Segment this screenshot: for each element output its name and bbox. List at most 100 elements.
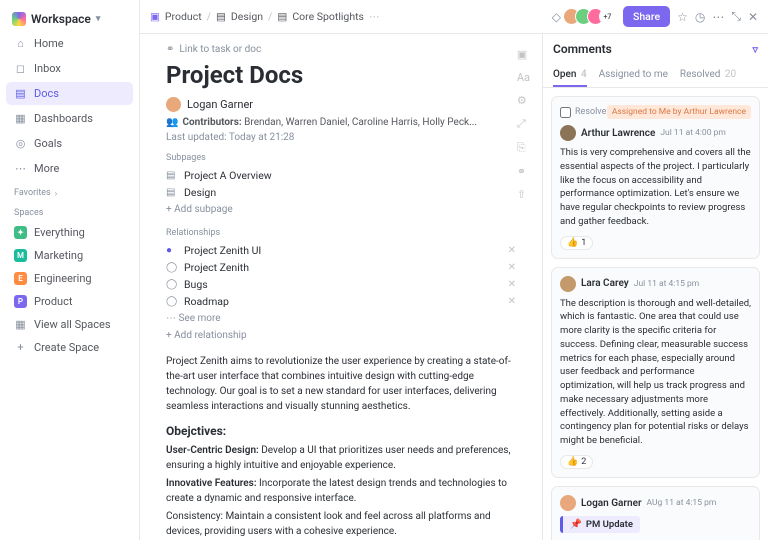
workspace-switcher[interactable]: Workspace ▾: [6, 8, 133, 30]
reaction[interactable]: 👍 2: [560, 455, 593, 469]
clock-icon[interactable]: ◷: [695, 10, 705, 24]
tag-icon[interactable]: ◇: [552, 10, 561, 24]
topbar: ▣ Product / ▤ Design / ▤ Core Spotlights…: [140, 0, 768, 34]
doc-title[interactable]: Project Docs: [166, 61, 516, 89]
avatar: [560, 276, 576, 292]
marketing-icon: M: [14, 249, 27, 262]
presence-avatars[interactable]: +7: [568, 8, 616, 25]
close-icon[interactable]: ✕: [748, 10, 758, 24]
space-marketing[interactable]: MMarketing: [6, 245, 133, 266]
relationship-item[interactable]: ●Project Zenith UI: [166, 244, 261, 257]
objectives-heading[interactable]: Obejctives:: [166, 424, 516, 438]
relationship-item[interactable]: ◯Bugs: [166, 278, 208, 291]
chevron-down-icon: ▾: [96, 14, 101, 24]
nav-goals[interactable]: ◎Goals: [6, 132, 133, 155]
comment-card: Resolve Assigned to Me by Arthur Lawrenc…: [551, 96, 760, 259]
more-icon[interactable]: ⋯: [712, 10, 724, 24]
intro-paragraph[interactable]: Project Zenith aims to revolutionize the…: [166, 354, 516, 414]
comment-author[interactable]: Arthur Lawrence: [581, 128, 655, 139]
nav-home[interactable]: ⌂Home: [6, 32, 133, 55]
github-icon: ◯: [166, 262, 178, 273]
crumb-design[interactable]: Design: [231, 10, 263, 23]
star-icon[interactable]: ☆: [677, 10, 688, 24]
pm-update-badge: 📌 PM Update: [560, 516, 640, 533]
objective-item[interactable]: Innovative Features: Incorporate the lat…: [166, 476, 516, 506]
more-icon: ⋯: [14, 162, 27, 175]
tab-resolved[interactable]: Resolved 20: [680, 64, 736, 87]
crumb-product[interactable]: Product: [165, 10, 202, 23]
collapse-icon[interactable]: ⤡: [731, 9, 741, 24]
doc-tools: ▣ Aa ⚙ ⤢ ⎘ ⚭ ⇧: [517, 48, 530, 201]
objective-item[interactable]: User-Centric Design: Develop a UI that p…: [166, 443, 516, 473]
more-icon[interactable]: ⋯: [369, 10, 380, 23]
everything-icon: ✦: [14, 226, 27, 239]
reaction[interactable]: 👍 1: [560, 236, 593, 250]
comments-title: Comments: [553, 42, 612, 56]
last-updated: Last updated: Today at 21:28: [166, 132, 516, 143]
expand-icon[interactable]: ⤢: [517, 117, 530, 131]
copy-icon[interactable]: ⎘: [517, 141, 530, 155]
remove-icon[interactable]: ✕: [508, 296, 516, 307]
space-product[interactable]: PProduct: [6, 291, 133, 312]
people-icon: 👥: [166, 117, 178, 128]
product-icon: ▣: [150, 10, 160, 23]
comment-author[interactable]: Logan Garner: [581, 498, 642, 509]
add-relationship[interactable]: + Add relationship: [166, 327, 516, 344]
nav-more[interactable]: ⋯More: [6, 157, 133, 180]
avatar: [560, 495, 576, 511]
task-icon: ●: [166, 245, 178, 256]
crumb-core[interactable]: Core Spotlights: [292, 10, 364, 23]
comment-date: Jul 11 at 4:00 pm: [660, 128, 725, 138]
template-icon[interactable]: ▣: [517, 48, 530, 61]
comment-text[interactable]: This is very comprehensive and covers al…: [560, 146, 751, 229]
doc-icon: ▤: [216, 10, 226, 23]
notification-icon[interactable]: ▿: [752, 43, 758, 56]
nav-inbox[interactable]: ◻Inbox: [6, 57, 133, 80]
subpage-item[interactable]: ▤Design: [166, 184, 516, 201]
relation-icon[interactable]: ⚭: [517, 165, 530, 178]
comment-text[interactable]: The description is thorough and well-det…: [560, 297, 751, 448]
comment-card: Lara Carey Jul 11 at 4:15 pm The descript…: [551, 267, 760, 478]
assigned-badge: Assigned to Me by Arthur Lawrence: [607, 105, 751, 119]
workspace-name: Workspace: [31, 12, 91, 26]
contributors-list[interactable]: Brendan, Warren Daniel, Caroline Harris,…: [244, 117, 477, 128]
home-icon: ⌂: [14, 37, 27, 50]
remove-icon[interactable]: ✕: [508, 279, 516, 290]
space-everything[interactable]: ✦Everything: [6, 222, 133, 243]
page-icon: ▤: [166, 187, 178, 198]
view-all-spaces[interactable]: ▦View all Spaces: [6, 314, 133, 335]
nav-dashboards[interactable]: ▦Dashboards: [6, 107, 133, 130]
comment-date: Jul 11 at 4:15 pm: [634, 279, 699, 289]
see-more[interactable]: ⋯ See more: [166, 310, 516, 327]
relationship-item[interactable]: ◯Roadmap: [166, 295, 229, 308]
author-name[interactable]: Logan Garner: [187, 98, 253, 111]
github-icon: ◯: [166, 279, 178, 290]
breadcrumb: ▣ Product / ▤ Design / ▤ Core Spotlights…: [150, 10, 379, 23]
remove-icon[interactable]: ✕: [508, 245, 516, 256]
workspace-logo: [12, 12, 26, 26]
settings-icon[interactable]: ⚙: [517, 94, 530, 107]
remove-icon[interactable]: ✕: [508, 262, 516, 273]
space-engineering[interactable]: EEngineering: [6, 268, 133, 289]
share-button[interactable]: Share: [623, 6, 670, 27]
export-icon[interactable]: ⇧: [517, 188, 530, 201]
subpage-item[interactable]: ▤Project A Overview: [166, 167, 516, 184]
relationship-item[interactable]: ◯Project Zenith: [166, 261, 249, 274]
product-icon: P: [14, 295, 27, 308]
add-subpage[interactable]: + Add subpage: [166, 201, 516, 218]
spaces-label: Spaces: [6, 202, 133, 220]
tab-open[interactable]: Open 4: [553, 64, 587, 87]
comment-date: AUg 11 at 4:15 pm: [647, 498, 717, 508]
favorites-label[interactable]: Favorites›: [6, 182, 133, 200]
comment-card: Logan Garner AUg 11 at 4:15 pm 📌 PM Updat…: [551, 486, 760, 540]
document-body: ⚭Link to task or doc Project Docs Logan …: [140, 34, 542, 540]
objective-item[interactable]: Consistency: Maintain a consistent look …: [166, 509, 516, 539]
goals-icon: ◎: [14, 137, 27, 150]
link-to-task[interactable]: ⚭Link to task or doc: [166, 44, 516, 55]
resolve-checkbox[interactable]: Resolve: [560, 107, 606, 118]
create-space[interactable]: +Create Space: [6, 337, 133, 358]
font-icon[interactable]: Aa: [517, 71, 530, 84]
nav-docs[interactable]: ▤Docs: [6, 82, 133, 105]
comment-author[interactable]: Lara Carey: [581, 278, 629, 289]
tab-assigned[interactable]: Assigned to me: [599, 64, 668, 87]
